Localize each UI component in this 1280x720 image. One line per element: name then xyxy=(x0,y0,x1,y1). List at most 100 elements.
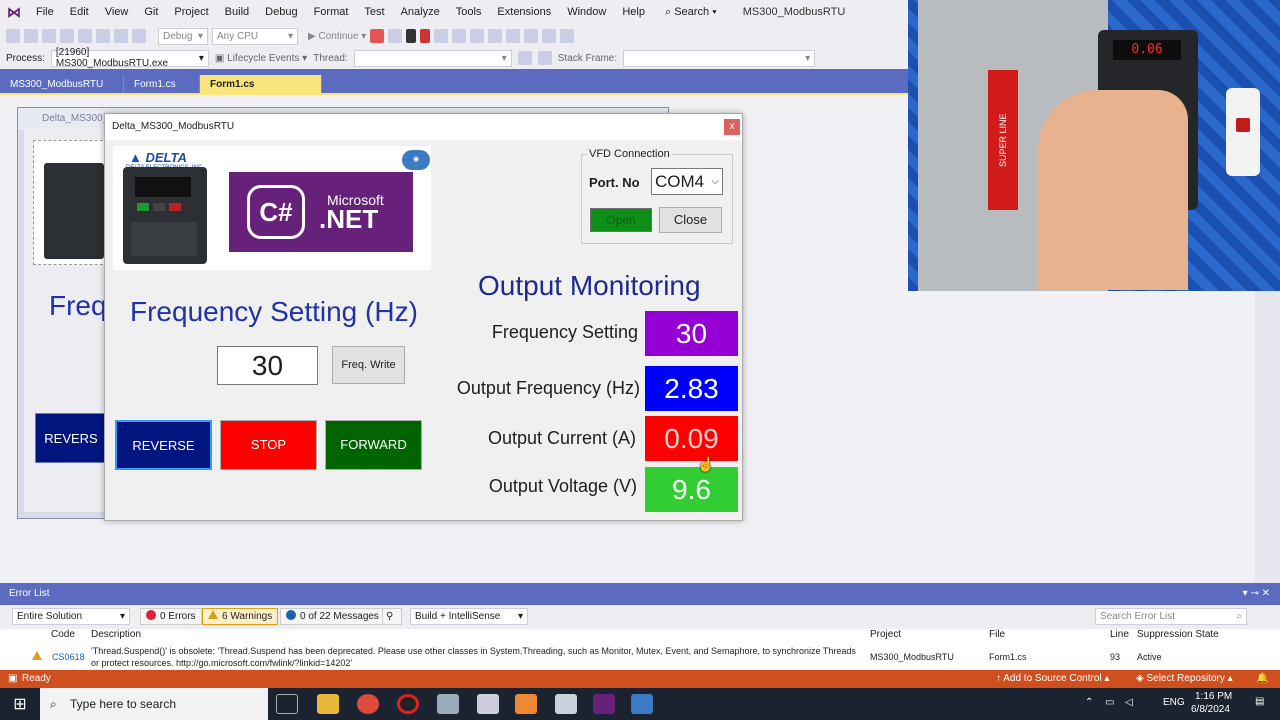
show-threads-icon[interactable] xyxy=(537,51,552,65)
new-project-icon[interactable] xyxy=(42,29,56,43)
obs-icon[interactable] xyxy=(397,694,419,714)
diagnostics-icon[interactable] xyxy=(506,29,521,43)
menu-window[interactable]: Window xyxy=(559,0,614,25)
warnings-filter[interactable]: 6 Warnings xyxy=(202,608,279,625)
task-view-icon[interactable] xyxy=(276,694,298,714)
configuration-select[interactable]: Debug ▾ xyxy=(158,27,208,45)
volume-icon[interactable]: ◁ xyxy=(1125,697,1133,708)
error-list-search[interactable]: Search Error List ⌕ xyxy=(1095,608,1247,625)
browser-link-icon[interactable] xyxy=(388,29,403,43)
forward-button[interactable]: FORWARD xyxy=(325,420,422,470)
column-code[interactable]: Code xyxy=(51,629,75,640)
filter-icon[interactable]: ⚲ xyxy=(382,608,402,625)
lifecycle-events-button[interactable]: ▣ Lifecycle Events ▾ xyxy=(215,53,307,64)
visual-studio-logo-icon[interactable]: ⋈ xyxy=(0,0,28,25)
platform-select[interactable]: Any CPU ▾ xyxy=(212,27,298,45)
menu-debug[interactable]: Debug xyxy=(257,0,305,25)
select-repository-button[interactable]: ◈ Select Repository ▴ xyxy=(1136,670,1233,688)
errors-filter[interactable]: 0 Errors xyxy=(140,608,202,625)
close-button[interactable]: Close xyxy=(659,207,722,233)
back-icon[interactable] xyxy=(6,29,20,43)
column-suppression[interactable]: Suppression State xyxy=(1137,629,1219,640)
undo-icon[interactable] xyxy=(114,29,128,43)
menu-format[interactable]: Format xyxy=(306,0,357,25)
menu-edit[interactable]: Edit xyxy=(62,0,97,25)
build-filter-select[interactable]: Build + IntelliSense ▾ xyxy=(410,608,528,625)
calculator-icon[interactable] xyxy=(555,694,577,714)
chevron-down-icon: ▾ xyxy=(501,52,507,64)
open-button[interactable]: Open xyxy=(590,208,652,232)
open-file-icon[interactable] xyxy=(60,29,74,43)
menu-git[interactable]: Git xyxy=(136,0,166,25)
tab-ms300-modbusrtu[interactable]: MS300_ModbusRTU xyxy=(0,75,124,95)
frequency-input[interactable]: 30 xyxy=(217,346,318,385)
scope-select[interactable]: Entire Solution ▾ xyxy=(12,608,130,625)
menu-tools[interactable]: Tools xyxy=(448,0,490,25)
bookmark-icon[interactable] xyxy=(560,29,575,43)
clock-date[interactable]: 6/8/2024 xyxy=(1191,704,1230,715)
save-icon[interactable] xyxy=(78,29,92,43)
comment-icon[interactable] xyxy=(524,29,539,43)
search-menu[interactable]: ⌕ Search ▾ xyxy=(659,0,723,25)
column-description[interactable]: Description xyxy=(91,629,141,640)
reverse-button[interactable]: REVERSE xyxy=(115,420,212,470)
menu-test[interactable]: Test xyxy=(356,0,392,25)
stack-frame-select[interactable]: ▾ xyxy=(623,49,816,67)
menu-analyze[interactable]: Analyze xyxy=(393,0,448,25)
running-app-icon[interactable] xyxy=(631,694,653,714)
column-line[interactable]: Line xyxy=(1110,629,1129,640)
file-explorer-icon[interactable] xyxy=(317,694,339,714)
thread-select[interactable]: ▾ xyxy=(353,49,512,67)
panel-controls[interactable]: ▾ ⊸ ✕ xyxy=(1243,583,1270,605)
clock-time[interactable]: 1:16 PM xyxy=(1195,691,1232,702)
network-icon[interactable]: ▭ xyxy=(1105,697,1114,708)
tab-form1-cs[interactable]: Form1.cs xyxy=(124,75,200,95)
design-logo-picturebox[interactable] xyxy=(33,140,113,265)
chrome-icon[interactable] xyxy=(357,694,379,714)
notifications-icon[interactable]: 🔔 xyxy=(1256,670,1268,688)
tab-form1-design[interactable]: Form1.cs [Design]⊸✕ xyxy=(200,75,322,109)
messages-filter[interactable]: 0 of 22 Messages xyxy=(280,608,385,625)
app-icon[interactable] xyxy=(477,694,499,714)
tray-expand-icon[interactable]: ⌃ xyxy=(1085,697,1093,708)
menu-build[interactable]: Build xyxy=(217,0,257,25)
menu-file[interactable]: File xyxy=(28,0,62,25)
restart-icon[interactable] xyxy=(434,29,449,43)
warning-code[interactable]: CS0618 xyxy=(52,651,85,663)
visual-studio-icon[interactable] xyxy=(593,694,615,714)
source-control-button[interactable]: ↑ Add to Source Control ▴ xyxy=(996,670,1109,688)
app-icon[interactable] xyxy=(515,694,537,714)
error-list-row[interactable]: CS0618 'Thread.Suspend()' is obsolete: '… xyxy=(0,645,1280,669)
step-into-icon[interactable] xyxy=(452,29,467,43)
flag-thread-icon[interactable] xyxy=(517,51,532,65)
action-center-icon[interactable]: ▤ xyxy=(1255,696,1264,707)
close-window-icon[interactable]: x xyxy=(724,119,740,135)
menu-project[interactable]: Project xyxy=(166,0,216,25)
language-indicator[interactable]: ENG xyxy=(1163,697,1185,708)
start-button[interactable]: ⊞ xyxy=(0,688,40,720)
step-over-icon[interactable] xyxy=(470,29,485,43)
menu-view[interactable]: View xyxy=(97,0,137,25)
save-all-icon[interactable] xyxy=(96,29,110,43)
menu-help[interactable]: Help xyxy=(614,0,653,25)
port-select[interactable]: COM4 ⌵ xyxy=(651,168,723,195)
menu-extensions[interactable]: Extensions xyxy=(489,0,559,25)
camera-feed: SUPER LINE 0.06 xyxy=(908,0,1280,291)
stop-button[interactable]: STOP xyxy=(220,420,317,470)
step-out-icon[interactable] xyxy=(488,29,503,43)
taskbar-search[interactable]: ⌕ Type here to search xyxy=(40,688,268,720)
process-select[interactable]: [21960] MS300_ModbusRTU.exe ▾ xyxy=(50,47,209,69)
error-list-header: Error List ▾ ⊸ ✕ xyxy=(0,583,1280,605)
redo-icon[interactable] xyxy=(132,29,146,43)
pause-icon[interactable] xyxy=(406,29,417,43)
freq-write-button[interactable]: Freq. Write xyxy=(332,346,405,384)
stop-icon[interactable] xyxy=(420,29,431,43)
column-project[interactable]: Project xyxy=(870,629,901,640)
column-file[interactable]: File xyxy=(989,629,1005,640)
design-reverse-button[interactable]: REVERS xyxy=(35,413,107,463)
forward-icon[interactable] xyxy=(24,29,38,43)
continue-button[interactable]: ▶ Continue ▾ xyxy=(308,31,366,42)
app-icon[interactable] xyxy=(437,694,459,714)
uncomment-icon[interactable] xyxy=(542,29,557,43)
hot-reload-icon[interactable] xyxy=(370,29,385,43)
